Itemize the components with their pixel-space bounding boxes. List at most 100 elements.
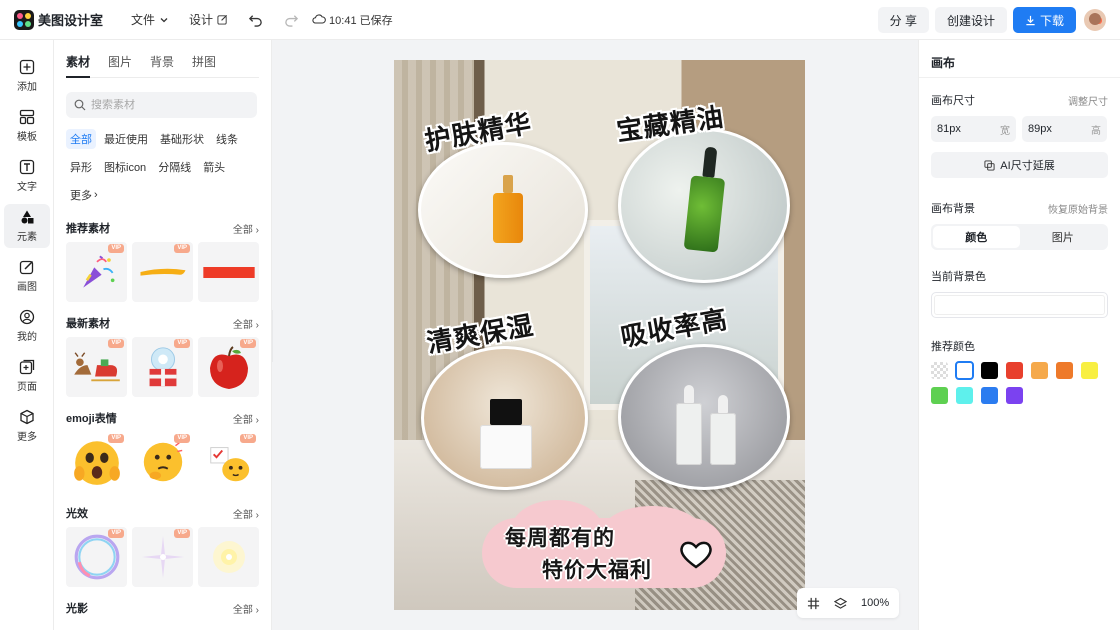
- chip-more[interactable]: 更多 ›: [66, 185, 102, 205]
- asset-sparkle[interactable]: VIP: [132, 527, 193, 587]
- tab-images[interactable]: 图片: [108, 53, 132, 78]
- see-all-link[interactable]: 全部 ›: [233, 601, 259, 616]
- chip-all[interactable]: 全部: [66, 129, 96, 149]
- chip-recent[interactable]: 最近使用: [100, 129, 152, 149]
- rail-item-draw[interactable]: 画图: [4, 254, 50, 298]
- app-logo[interactable]: 美图设计室: [14, 9, 103, 30]
- rail-item-elements[interactable]: 元素: [4, 204, 50, 248]
- section-title: 光效: [66, 508, 88, 520]
- redo-button[interactable]: [282, 11, 300, 29]
- asset-emoji-shocked[interactable]: VIP: [66, 432, 127, 492]
- width-input[interactable]: [937, 123, 987, 135]
- dropper-bottles: [676, 385, 736, 465]
- user-icon: [19, 309, 35, 325]
- color-swatch[interactable]: [1081, 362, 1098, 379]
- chip-irregular[interactable]: 异形: [66, 157, 96, 177]
- restore-bg-link[interactable]: 恢复原始背景: [1048, 201, 1108, 216]
- share-button[interactable]: 分 享: [877, 7, 929, 33]
- promo-line-2[interactable]: 特价大福利: [542, 554, 652, 584]
- search-box[interactable]: [66, 92, 257, 118]
- vip-badge: VIP: [240, 434, 256, 443]
- current-bg-color-picker[interactable]: [931, 292, 1108, 318]
- chip-arrows[interactable]: 箭头: [199, 157, 229, 177]
- current-bg-label: 当前背景色: [931, 271, 986, 283]
- promo-line-1[interactable]: 每周都有的: [505, 522, 615, 552]
- product-photo-serum[interactable]: [418, 142, 588, 278]
- color-swatch[interactable]: [981, 362, 998, 379]
- rail-item-pages[interactable]: 页面: [4, 354, 50, 398]
- color-swatch[interactable]: [981, 387, 998, 404]
- rail-item-templates[interactable]: 模板: [4, 104, 50, 148]
- ai-extend-button[interactable]: AI尺寸延展: [931, 152, 1108, 178]
- vip-badge: VIP: [174, 529, 190, 538]
- asset-party-popper[interactable]: VIP: [66, 242, 127, 302]
- chip-icons[interactable]: 图标icon: [100, 157, 150, 177]
- rail-label: 元素: [17, 232, 37, 243]
- design-menu[interactable]: 设计: [189, 11, 228, 28]
- tab-materials[interactable]: 素材: [66, 53, 91, 78]
- product-photo-dropper[interactable]: [618, 344, 790, 490]
- height-field[interactable]: 高: [1022, 116, 1107, 142]
- chip-basic-shapes[interactable]: 基础形状: [156, 129, 208, 149]
- chip-lines[interactable]: 线条: [212, 129, 242, 149]
- color-swatch[interactable]: [1056, 362, 1073, 379]
- file-menu[interactable]: 文件: [131, 11, 169, 28]
- asset-emoji-checklist[interactable]: VIP: [198, 432, 259, 492]
- asset-red-bar[interactable]: [198, 242, 259, 302]
- undo-button[interactable]: [246, 11, 264, 29]
- color-swatch[interactable]: [955, 361, 974, 380]
- asset-glow[interactable]: [198, 527, 259, 587]
- design-canvas[interactable]: 护肤精华 宝藏精油 清爽保湿 吸收率高 每周都有的 特价大福利: [394, 60, 805, 610]
- vip-badge: VIP: [174, 339, 190, 348]
- chip-dividers[interactable]: 分隔线: [154, 157, 195, 177]
- asset-emoji-thinking[interactable]: VIP: [132, 432, 193, 492]
- heart-icon[interactable]: [678, 538, 714, 570]
- color-swatch[interactable]: [1006, 362, 1023, 379]
- save-status-text: 10:41 已保存: [329, 14, 393, 27]
- see-all-link[interactable]: 全部 ›: [233, 221, 259, 236]
- grid-icon[interactable]: [807, 597, 820, 610]
- color-swatch[interactable]: [931, 387, 948, 404]
- see-all-link[interactable]: 全部 ›: [233, 506, 259, 521]
- section-title: 光影: [66, 603, 88, 615]
- bg-tab-color[interactable]: 颜色: [933, 226, 1020, 248]
- asset-red-apple[interactable]: VIP: [198, 337, 259, 397]
- create-design-button[interactable]: 创建设计: [934, 7, 1007, 33]
- rail-item-add[interactable]: 添加: [4, 54, 50, 98]
- chevron-right-icon: ›: [94, 189, 98, 201]
- section-latest: 最新素材 全部 › VIP VIP VIP: [54, 315, 271, 397]
- rail-item-text[interactable]: 文字: [4, 154, 50, 198]
- orange-serum-bottle: [493, 175, 523, 245]
- download-button[interactable]: 下载: [1012, 7, 1076, 33]
- tab-collage[interactable]: 拼图: [192, 53, 216, 78]
- product-photo-oil[interactable]: [618, 128, 790, 283]
- color-swatch[interactable]: [1006, 387, 1023, 404]
- section-title: 推荐素材: [66, 223, 110, 235]
- rail-item-more[interactable]: 更多: [4, 404, 50, 448]
- height-input[interactable]: [1028, 123, 1078, 135]
- avatar[interactable]: VIP: [1084, 9, 1106, 31]
- undo-icon: [248, 15, 262, 27]
- cube-icon: [20, 409, 34, 425]
- chevron-down-icon: [160, 17, 168, 22]
- color-swatch[interactable]: [1031, 362, 1048, 379]
- product-photo-moisturizer[interactable]: [421, 346, 588, 490]
- see-all-link[interactable]: 全部 ›: [233, 316, 259, 331]
- tab-backgrounds[interactable]: 背景: [150, 53, 174, 78]
- width-field[interactable]: 宽: [931, 116, 1016, 142]
- glow-icon: [212, 541, 245, 573]
- zoom-level[interactable]: 100%: [861, 597, 889, 609]
- color-swatch[interactable]: [956, 387, 973, 404]
- swatch-transparent[interactable]: [931, 362, 948, 379]
- apple-icon: [209, 346, 248, 389]
- asset-reindeer-sleigh[interactable]: VIP: [66, 337, 127, 397]
- asset-snow-globe-gift[interactable]: VIP: [132, 337, 193, 397]
- asset-light-ring[interactable]: VIP: [66, 527, 127, 587]
- adjust-size-link[interactable]: 调整尺寸: [1068, 93, 1108, 108]
- bg-tab-image[interactable]: 图片: [1020, 226, 1107, 248]
- layers-icon[interactable]: [834, 597, 847, 610]
- see-all-link[interactable]: 全部 ›: [233, 411, 259, 426]
- search-input[interactable]: [91, 99, 251, 111]
- asset-yellow-brush[interactable]: VIP: [132, 242, 193, 302]
- rail-item-mine[interactable]: 我的: [4, 304, 50, 348]
